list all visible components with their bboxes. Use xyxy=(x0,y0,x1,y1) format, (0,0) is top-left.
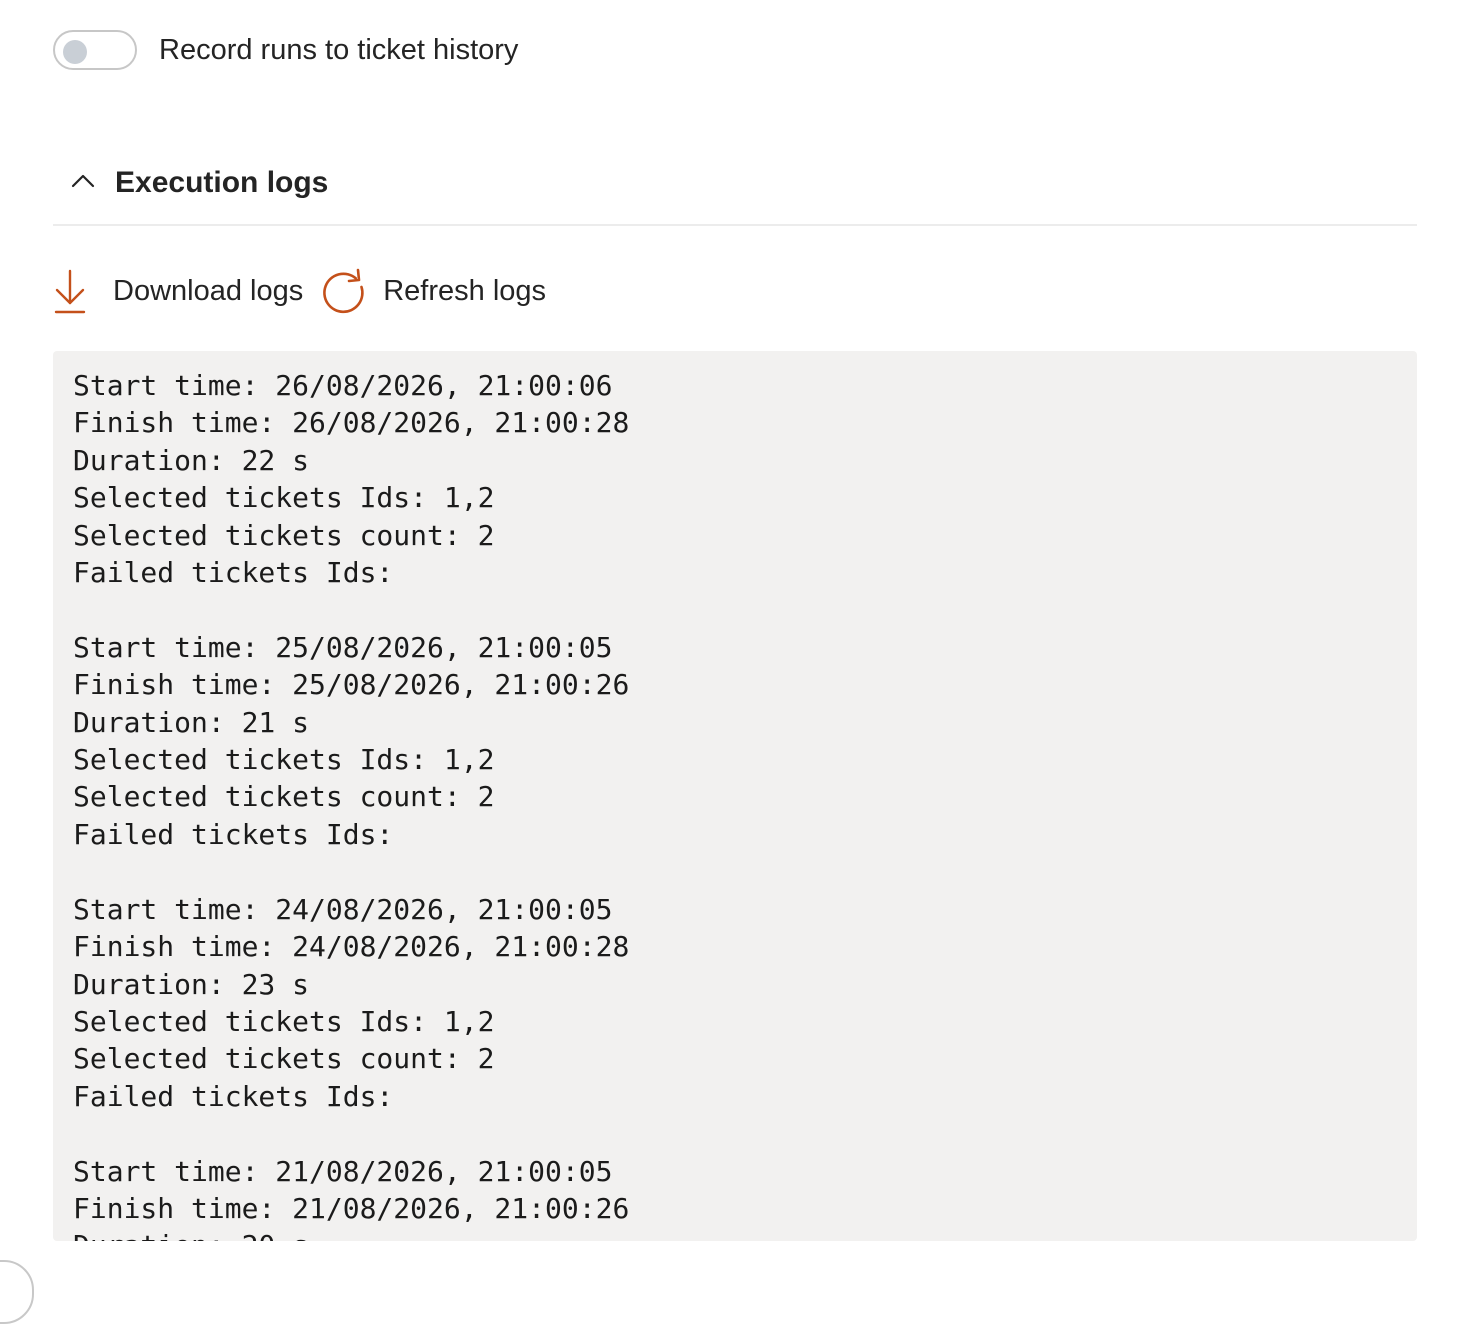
download-logs-button[interactable]: Download logs xyxy=(53,267,303,315)
chevron-up-icon xyxy=(71,174,95,188)
section-title: Execution logs xyxy=(115,166,329,199)
execution-logs-section-header[interactable]: Execution logs xyxy=(53,158,1417,226)
refresh-logs-button[interactable]: Refresh logs xyxy=(319,267,546,315)
refresh-icon xyxy=(323,268,364,314)
log-actions: Download logs Refresh logs xyxy=(53,264,546,318)
refresh-logs-label: Refresh logs xyxy=(383,274,547,307)
window-corner xyxy=(0,1260,34,1324)
download-icon xyxy=(54,269,86,314)
execution-log-output[interactable]: Start time: 26/08/2026, 21:00:06 Finish … xyxy=(53,351,1417,1241)
record-runs-toggle-label: Record runs to ticket history xyxy=(159,33,519,66)
toggle-knob xyxy=(63,40,87,64)
record-runs-toggle[interactable] xyxy=(53,30,137,70)
record-runs-toggle-row: Record runs to ticket history xyxy=(53,28,518,72)
log-text: Start time: 26/08/2026, 21:00:06 Finish … xyxy=(73,369,630,1241)
download-logs-label: Download logs xyxy=(113,274,304,307)
